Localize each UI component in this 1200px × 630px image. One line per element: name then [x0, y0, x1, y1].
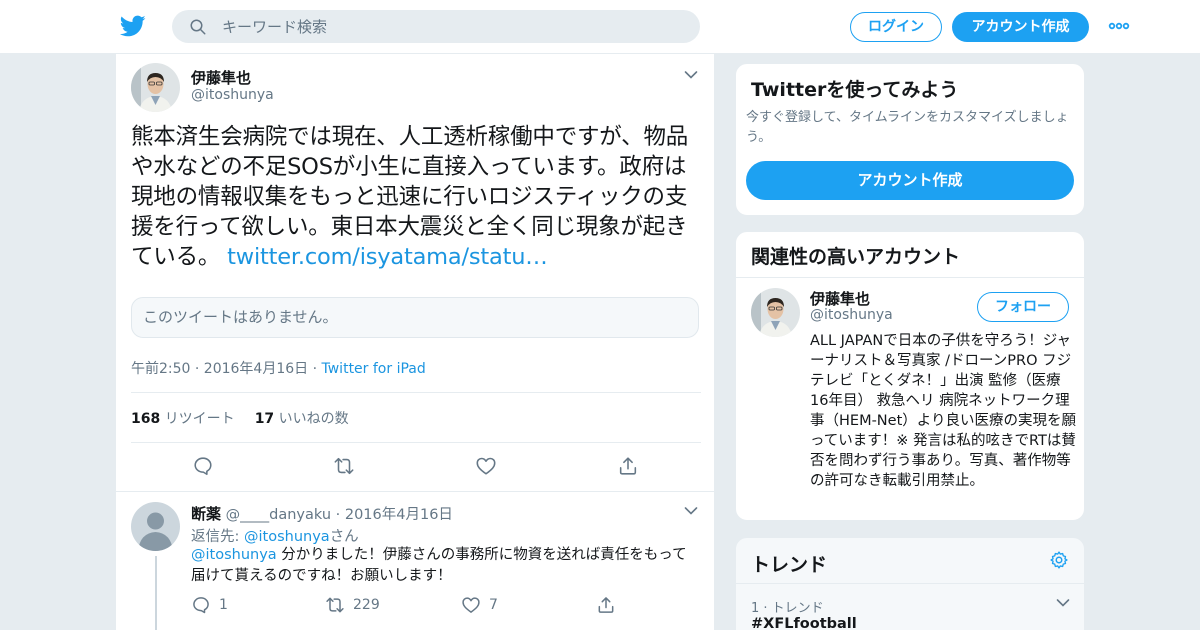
chevron-down-icon[interactable]: [684, 506, 698, 516]
tweet-time[interactable]: 午前2:50 · 2016年4月16日 ·: [131, 361, 322, 377]
reply-thread-line: [155, 556, 157, 630]
reply-like-count: 7: [489, 597, 498, 613]
divider: [736, 583, 1084, 584]
reply-icon: [193, 597, 209, 614]
more-dots-icon[interactable]: [1108, 18, 1130, 34]
retweet-stat[interactable]: 168 リツイート: [131, 411, 235, 427]
related-accounts-card: 関連性の高いアカウント 伊藤隼也 @itoshunya フォロー ALL JAP…: [735, 231, 1085, 521]
reply-author-handle[interactable]: @____danyaku: [226, 507, 331, 523]
heart-icon: [462, 597, 480, 613]
retweet-icon[interactable]: [333, 455, 355, 477]
related-accounts-title: 関連性の高いアカウント: [751, 246, 961, 268]
tweet-link[interactable]: twitter.com/isyatama/statu…: [227, 244, 548, 270]
search-bar: [172, 10, 700, 43]
signup-card-title: Twitterを使ってみよう: [751, 79, 959, 101]
gear-icon[interactable]: [1049, 550, 1069, 570]
avatar[interactable]: [131, 502, 180, 551]
signup-card-button[interactable]: アカウント作成: [746, 161, 1074, 200]
trends-card: トレンド 1 · トレンド #XFLfootball: [735, 537, 1085, 630]
divider: [116, 491, 714, 492]
tweet-detail-column: 伊藤隼也 @itoshunya 熊本済生会病院では現在、人工透析稼働中ですが、物…: [115, 54, 715, 630]
divider: [131, 442, 701, 443]
reply-to-line: 返信先: @itoshunyaさん: [191, 525, 359, 546]
reply-to-prefix: 返信先:: [191, 529, 244, 545]
reply-count: 1: [219, 597, 228, 613]
related-account-name[interactable]: 伊藤隼也: [810, 288, 870, 309]
reply-actions: 1 229 7: [191, 594, 651, 618]
reply-text: @itoshunya 分かりました！伊藤さんの事務所に物資を送れば責任をもって届…: [191, 545, 701, 587]
chevron-down-icon[interactable]: [1056, 598, 1070, 608]
tweet-timestamp: 午前2:50 · 2016年4月16日 · Twitter for iPad: [131, 358, 426, 378]
tweet-author-name[interactable]: 伊藤隼也: [191, 67, 251, 88]
divider: [736, 277, 1084, 278]
related-account-handle[interactable]: @itoshunya: [810, 307, 893, 323]
reply-date[interactable]: · 2016年4月16日: [336, 507, 453, 523]
signup-button[interactable]: アカウント作成: [952, 12, 1089, 42]
related-account-bio: ALL JAPANで日本の子供を守ろう！ジャーナリスト＆写真家 /ドローンPRO…: [810, 333, 1076, 489]
tweet-author-handle[interactable]: @itoshunya: [191, 87, 274, 103]
reply-icon[interactable]: [192, 455, 214, 477]
search-icon: [190, 19, 206, 35]
trend-item[interactable]: #XFLfootball: [751, 616, 857, 630]
avatar[interactable]: [131, 63, 180, 112]
trend-meta: 1 · トレンド: [751, 601, 824, 616]
heart-icon[interactable]: [475, 455, 497, 477]
reply-retweet-count: 229: [353, 597, 380, 613]
retweet-icon: [326, 597, 344, 613]
avatar[interactable]: [751, 288, 800, 337]
share-icon: [598, 597, 614, 613]
login-button[interactable]: ログイン: [850, 12, 942, 42]
twitter-bird-icon[interactable]: [120, 13, 146, 39]
tweet-stats: 168 リツイート 17 いいねの数: [131, 408, 349, 428]
top-navigation-bar: ログイン アカウント作成: [0, 0, 1200, 54]
quoted-tweet-unavailable: このツイートはありません。: [131, 297, 699, 338]
chevron-down-icon[interactable]: [684, 70, 698, 80]
trends-title: トレンド: [751, 554, 828, 576]
search-input[interactable]: [222, 10, 682, 43]
reply-author-name[interactable]: 断薬: [191, 505, 221, 523]
share-icon[interactable]: [617, 455, 639, 477]
divider: [131, 392, 701, 393]
tweet-text: 熊本済生会病院では現在、人工透析稼働中ですが、物品や水などの不足SOSが小生に直…: [131, 122, 701, 272]
reply-header: 断薬 @____danyaku · 2016年4月16日: [191, 503, 453, 524]
mention-link[interactable]: @itoshunya: [191, 547, 277, 563]
signup-card-description: 今すぐ登録して、タイムラインをカスタマイズしましょう。: [746, 110, 1069, 145]
reply-to-handle[interactable]: @itoshunya: [244, 529, 330, 545]
like-stat[interactable]: 17 いいねの数: [255, 411, 349, 427]
signup-card: Twitterを使ってみよう 今すぐ登録して、タイムラインをカスタマイズしましょ…: [735, 63, 1085, 216]
tweet-source-link[interactable]: Twitter for iPad: [322, 361, 426, 377]
reply-to-suffix: さん: [329, 529, 359, 545]
follow-button[interactable]: フォロー: [977, 292, 1069, 322]
